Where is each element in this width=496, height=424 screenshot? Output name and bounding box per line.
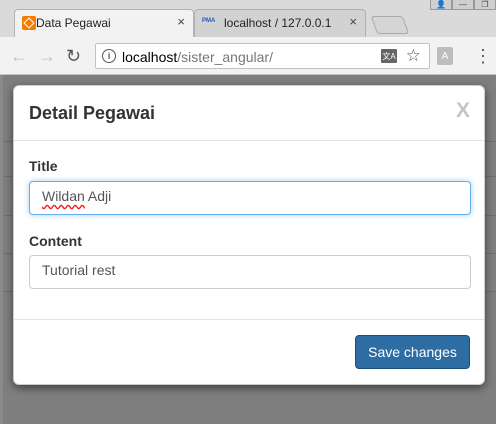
new-tab-button[interactable] — [370, 16, 410, 34]
back-icon[interactable]: ← — [10, 46, 28, 66]
misspelled-word: Wildan — [42, 188, 85, 204]
close-icon[interactable]: X — [456, 100, 470, 121]
window-frame-edge — [0, 75, 3, 424]
user-icon[interactable]: 👤 — [430, 0, 452, 10]
address-bar[interactable]: i localhost/sister_angular/ 文A ☆ — [95, 43, 430, 69]
modal-footer: Save changes — [14, 319, 484, 386]
tab-strip: Data Pegawai × PMA localhost / 127.0.0.1… — [0, 0, 496, 37]
url-text[interactable]: localhost/sister_angular/ — [122, 49, 273, 65]
close-tab-icon[interactable]: × — [349, 15, 357, 29]
reload-icon[interactable]: ↻ — [66, 46, 81, 66]
tab-data-pegawai[interactable]: Data Pegawai × — [14, 9, 194, 37]
browser-toolbar: ← → ↻ i localhost/sister_angular/ 文A ☆ A… — [0, 37, 496, 75]
window-controls: 👤 — ❐ — [430, 0, 496, 10]
restore-icon[interactable]: ❐ — [474, 0, 496, 10]
tab-title: Data Pegawai — [36, 16, 111, 30]
modal-title: Detail Pegawai — [29, 103, 156, 123]
modal-header: Detail Pegawai X — [14, 86, 484, 141]
save-changes-button[interactable]: Save changes — [355, 335, 470, 369]
close-tab-icon[interactable]: × — [177, 15, 185, 29]
minimize-icon[interactable]: — — [452, 0, 474, 10]
forward-icon[interactable]: → — [38, 46, 56, 66]
content-input[interactable]: Tutorial rest — [29, 255, 471, 289]
url-host: localhost — [122, 49, 178, 65]
title-input-rest: Adji — [84, 188, 112, 204]
tab-phpmyadmin[interactable]: PMA localhost / 127.0.0.1 / × — [194, 9, 366, 37]
url-path: /sister_angular/ — [177, 49, 273, 65]
content-input-value: Tutorial rest — [42, 262, 116, 278]
menu-icon[interactable]: ⋮ — [474, 46, 492, 66]
pdf-extension-icon[interactable]: A — [437, 47, 453, 65]
info-icon[interactable]: i — [102, 49, 116, 63]
translate-icon[interactable]: 文A — [381, 49, 397, 63]
bookmark-star-icon[interactable]: ☆ — [406, 46, 421, 66]
tab-title: localhost / 127.0.0.1 / — [224, 16, 334, 30]
content-label: Content — [29, 233, 82, 249]
detail-pegawai-modal: Detail Pegawai X Title Wildan Adji Conte… — [13, 85, 485, 385]
title-label: Title — [29, 158, 58, 174]
title-input[interactable]: Wildan Adji — [29, 181, 471, 215]
